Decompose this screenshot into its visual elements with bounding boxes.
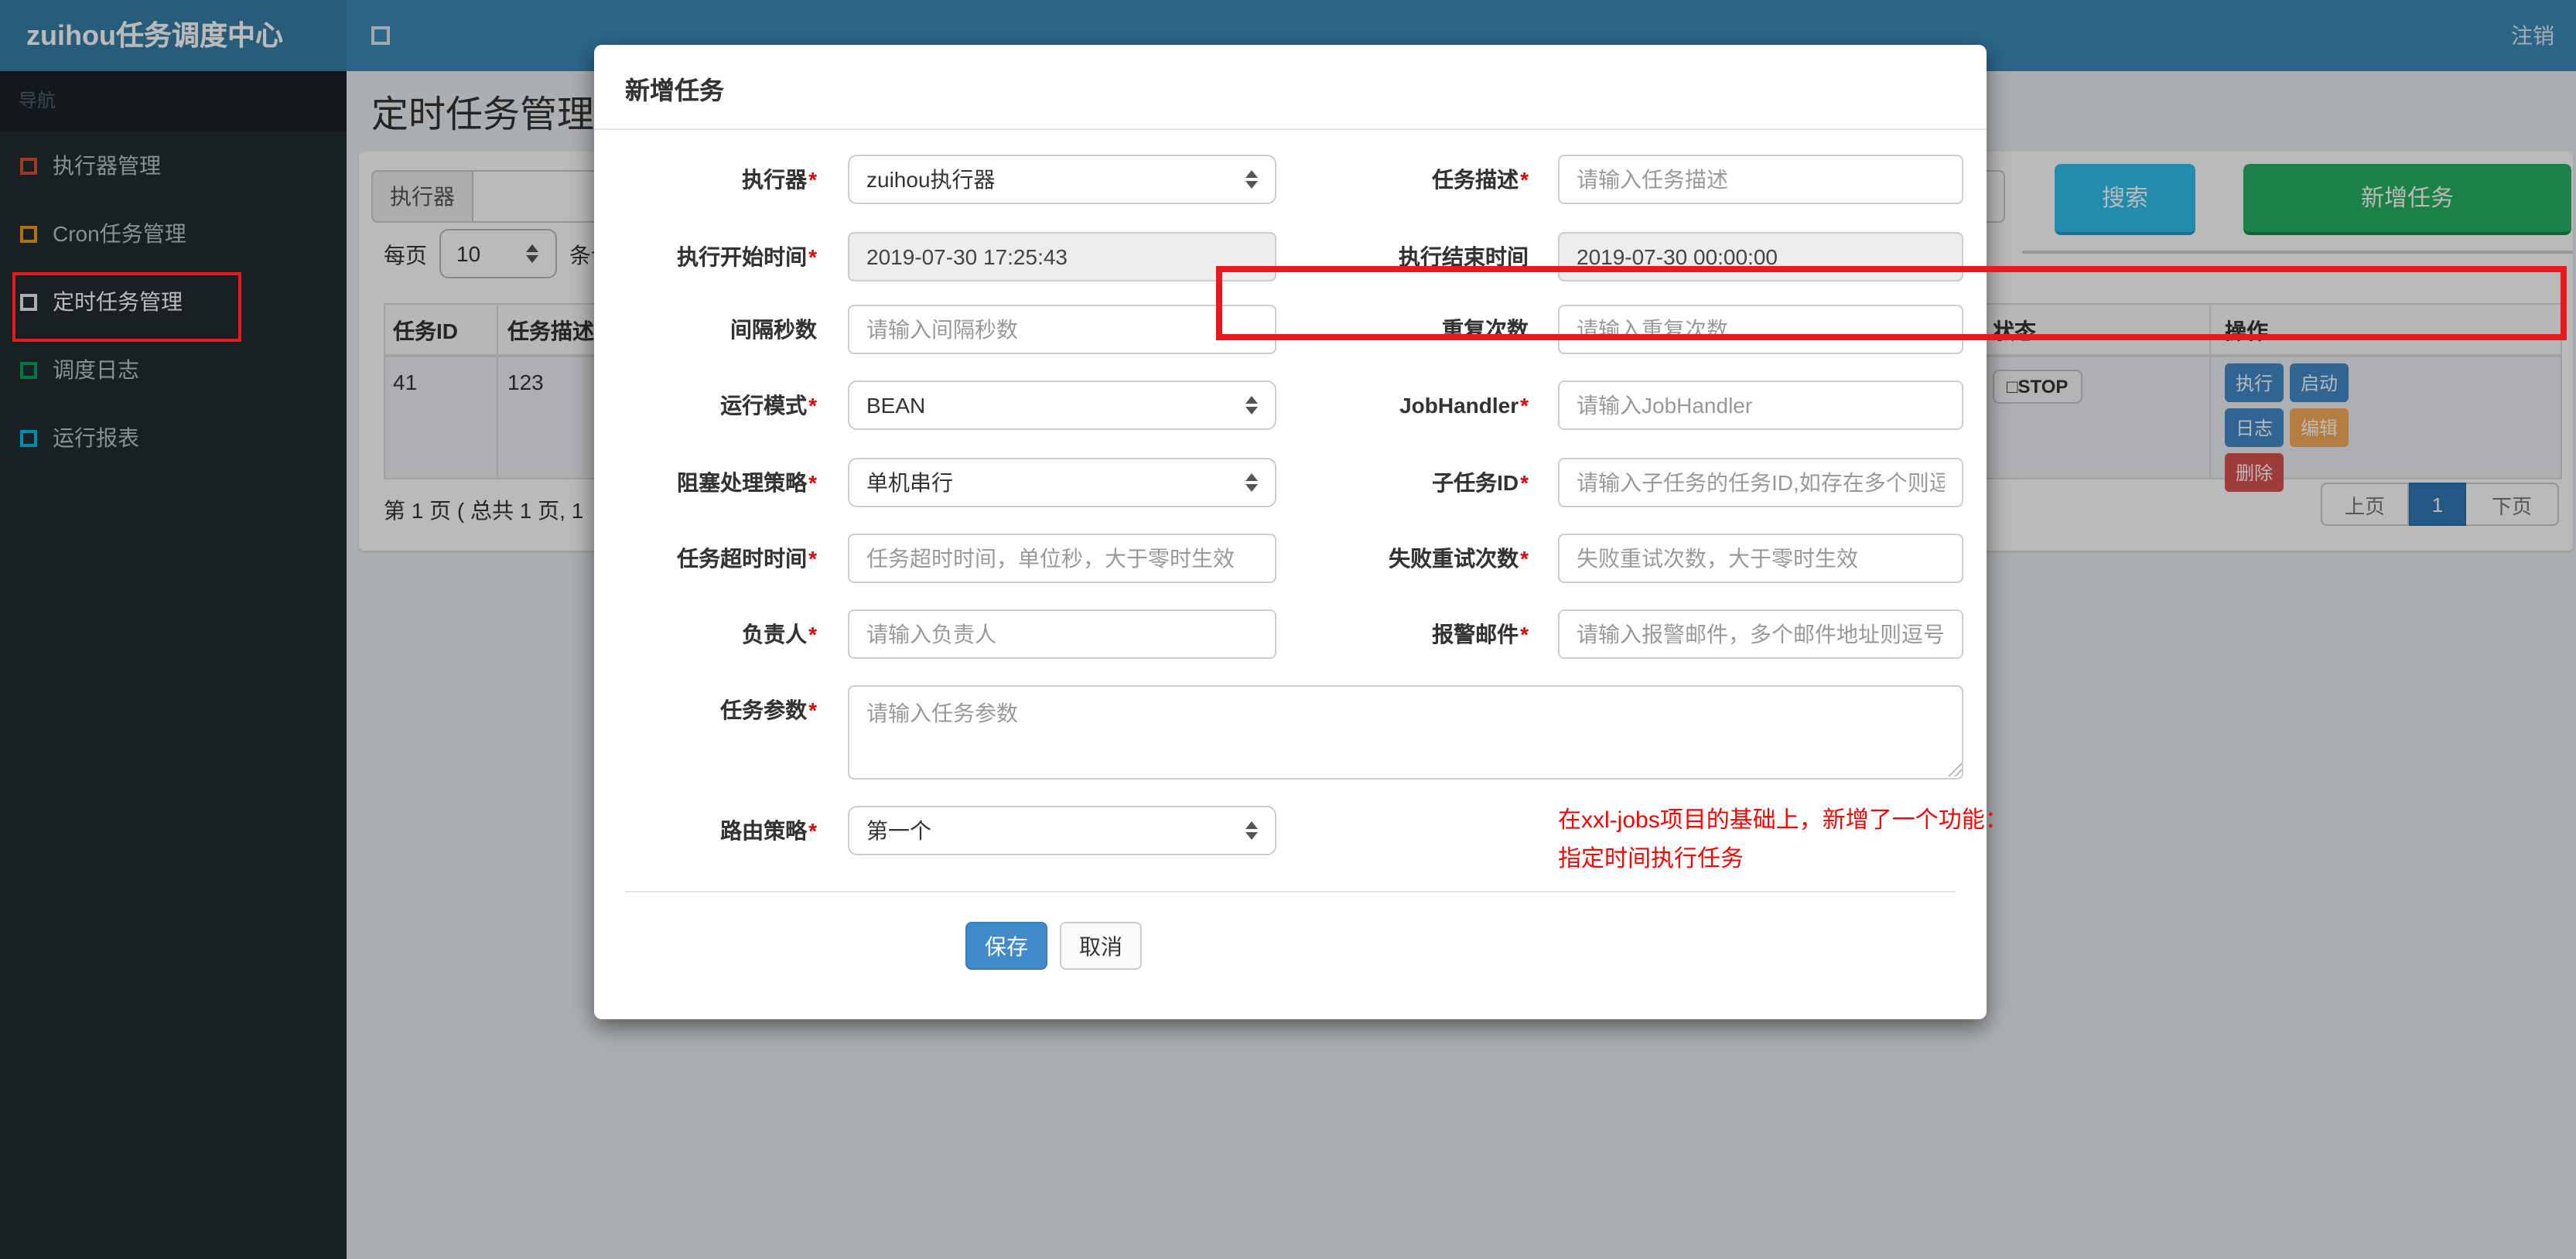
start-time-label: 执行开始时间 *	[677, 244, 817, 269]
block-strategy-select[interactable]: 单机串行	[848, 458, 1276, 507]
required-marker: *	[808, 818, 817, 843]
route-strategy-label: 路由策略 *	[720, 818, 817, 843]
required-marker: *	[808, 698, 817, 722]
required-marker: *	[808, 167, 817, 192]
author-input[interactable]	[848, 609, 1276, 659]
end-time-input[interactable]	[1558, 232, 1963, 281]
select-arrows-icon	[1245, 472, 1258, 493]
required-marker: *	[1520, 622, 1529, 647]
child-job-id-label: 子任务ID *	[1432, 470, 1529, 495]
author-label: 负责人 *	[742, 622, 817, 647]
required-marker: *	[808, 470, 817, 495]
repeat-count-input[interactable]	[1558, 305, 1963, 354]
feature-note-line2: 指定时间执行任务	[1558, 846, 1744, 872]
modal-title: 新增任务	[625, 79, 725, 105]
repeat-count-label: 重复次数	[1442, 317, 1529, 342]
save-button[interactable]: 保存	[965, 922, 1047, 970]
job-handler-input[interactable]	[1558, 380, 1963, 430]
select-arrows-icon	[1245, 394, 1258, 416]
block-strategy-label: 阻塞处理策略 *	[677, 470, 817, 495]
route-strategy-select[interactable]: 第一个	[848, 806, 1276, 855]
required-marker: *	[1520, 546, 1529, 571]
glue-type-select-value: BEAN	[866, 393, 926, 418]
required-marker: *	[1520, 393, 1529, 418]
job-param-textarea[interactable]	[848, 685, 1963, 780]
job-handler-label: JobHandler *	[1399, 393, 1529, 418]
modal-footer-divider	[625, 891, 1956, 892]
route-strategy-select-value: 第一个	[866, 818, 931, 843]
timeout-input[interactable]	[848, 534, 1276, 583]
fail-retry-input[interactable]	[1558, 534, 1963, 583]
executor-select[interactable]: zuihou执行器	[848, 155, 1276, 204]
textarea-resize-icon[interactable]	[1946, 761, 1962, 776]
fail-retry-label: 失败重试次数 *	[1389, 546, 1529, 571]
interval-input[interactable]	[848, 305, 1276, 354]
executor-label: 执行器 *	[742, 167, 817, 192]
job-desc-label: 任务描述 *	[1432, 167, 1529, 192]
required-marker: *	[1520, 470, 1529, 495]
required-marker: *	[808, 546, 817, 571]
alarm-email-label: 报警邮件 *	[1432, 622, 1529, 647]
end-time-label: 执行结束时间	[1399, 244, 1529, 269]
child-job-id-input[interactable]	[1558, 458, 1963, 507]
feature-note-line1: 在xxl-jobs项目的基础上，新增了一个功能：	[1558, 807, 2008, 834]
glue-type-label: 运行模式 *	[720, 393, 817, 418]
required-marker: *	[808, 622, 817, 647]
required-marker: *	[1520, 167, 1529, 192]
required-marker: *	[808, 244, 817, 269]
interval-label: 间隔秒数	[730, 317, 817, 342]
block-strategy-select-value: 单机串行	[866, 470, 953, 495]
select-arrows-icon	[1245, 820, 1258, 841]
select-arrows-icon	[1245, 169, 1258, 190]
add-job-modal: 新增任务 执行器* zuihou执行器 任务描述* 执行开始时间* 执行结束时间…	[594, 45, 2567, 1019]
feature-note: 在xxl-jobs项目的基础上，新增了一个功能： 指定时间执行任务	[1558, 801, 2008, 879]
glue-type-select[interactable]: BEAN	[848, 380, 1276, 430]
executor-select-value: zuihou执行器	[866, 167, 996, 192]
cancel-button[interactable]: 取消	[1060, 922, 1142, 970]
modal-header-divider	[594, 128, 1987, 130]
alarm-email-input[interactable]	[1558, 609, 1963, 659]
required-marker: *	[808, 393, 817, 418]
job-param-label: 任务参数 *	[720, 698, 817, 722]
job-desc-input[interactable]	[1558, 155, 1963, 204]
timeout-label: 任务超时时间 *	[677, 546, 817, 571]
start-time-input[interactable]	[848, 232, 1276, 281]
